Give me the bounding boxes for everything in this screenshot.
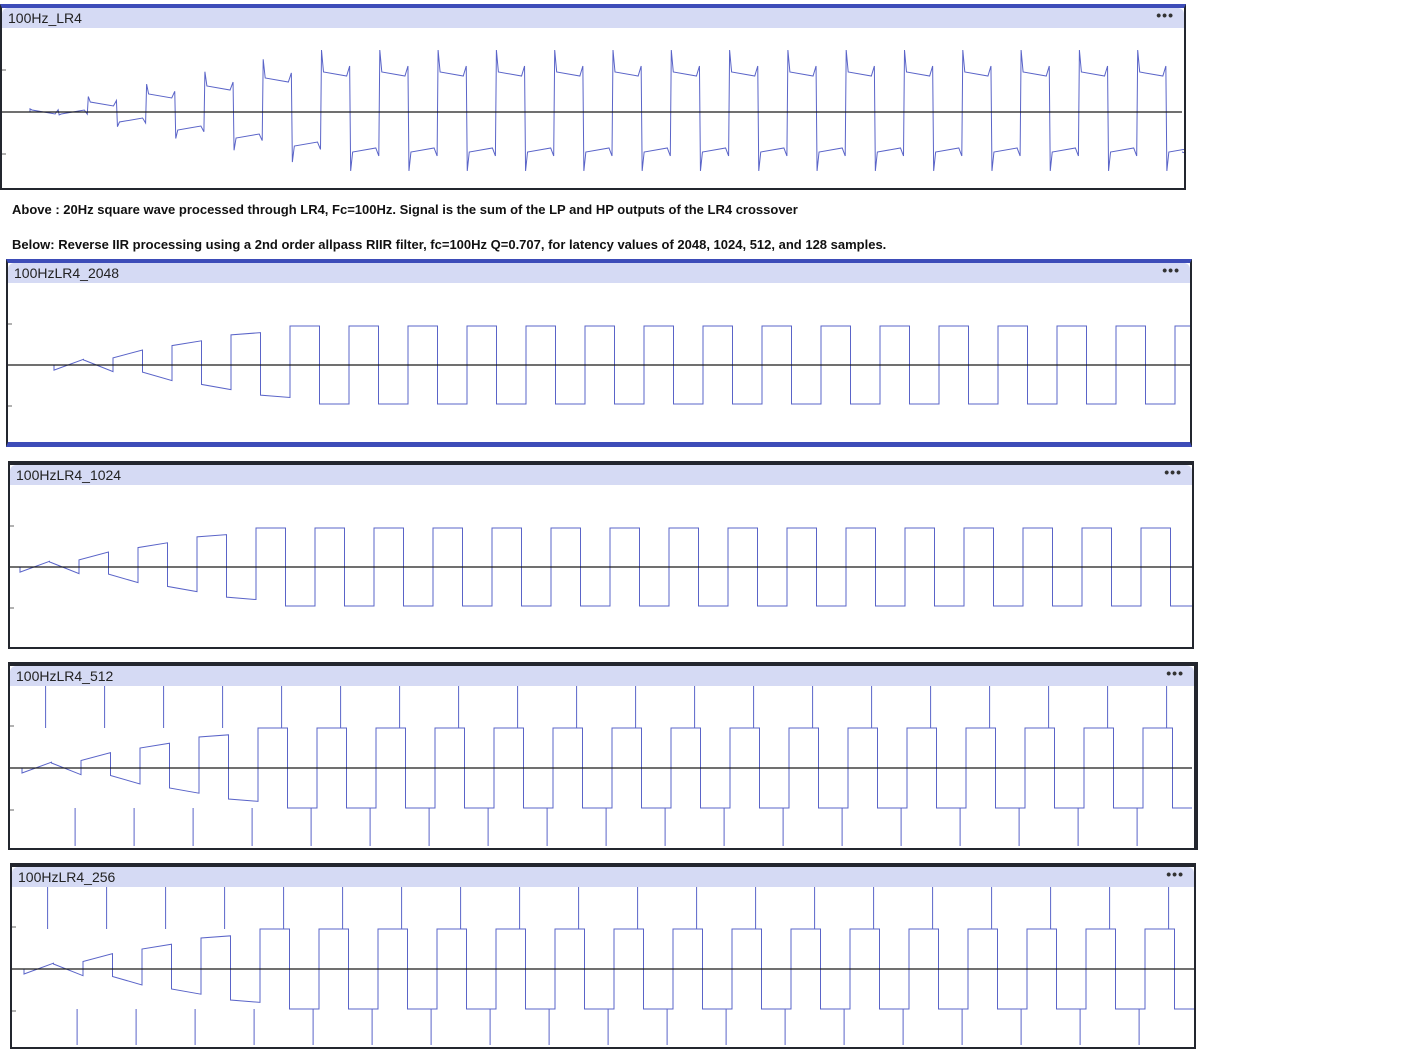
track-menu-icon[interactable]: ••• [1166,665,1184,681]
track-100hzlr4-2048[interactable]: 100HzLR4_2048 ••• [6,259,1192,447]
track-name: 100Hz_LR4 [8,10,82,26]
track-name: 100HzLR4_512 [16,668,114,684]
track-100hzlr4-1024[interactable]: 100HzLR4_1024 ••• [8,461,1194,649]
track-menu-icon[interactable]: ••• [1162,262,1180,278]
track-name: 100HzLR4_2048 [14,265,120,281]
waveform-display [10,686,1192,846]
waveform-display [8,323,1190,407]
caption-above: Above : 20Hz square wave processed throu… [12,202,798,217]
caption-below: Below: Reverse IIR processing using a 2n… [12,237,887,252]
track-100hzlr4-512[interactable]: 100HzLR4_512 ••• [8,662,1198,850]
track-titlebar[interactable]: 100HzLR4_1024 ••• [10,464,1192,485]
track-100hzlr4-256[interactable]: 100HzLR4_256 ••• [10,863,1196,1049]
waveform-trace [2,49,1184,171]
track-titlebar[interactable]: 100HzLR4_2048 ••• [8,262,1190,283]
track-name: 100HzLR4_256 [18,869,116,885]
waveform-display [2,49,1184,171]
track-menu-icon[interactable]: ••• [1156,7,1174,23]
track-100hz-lr4[interactable]: 100Hz_LR4 ••• [0,4,1186,190]
track-menu-icon[interactable]: ••• [1164,464,1182,480]
track-titlebar[interactable]: 100Hz_LR4 ••• [2,7,1184,28]
track-titlebar[interactable]: 100HzLR4_256 ••• [12,866,1194,887]
waveform-display [12,887,1194,1045]
waveform-display [10,525,1192,609]
track-titlebar[interactable]: 100HzLR4_512 ••• [10,665,1194,686]
track-menu-icon[interactable]: ••• [1166,866,1184,882]
track-name: 100HzLR4_1024 [16,467,122,483]
